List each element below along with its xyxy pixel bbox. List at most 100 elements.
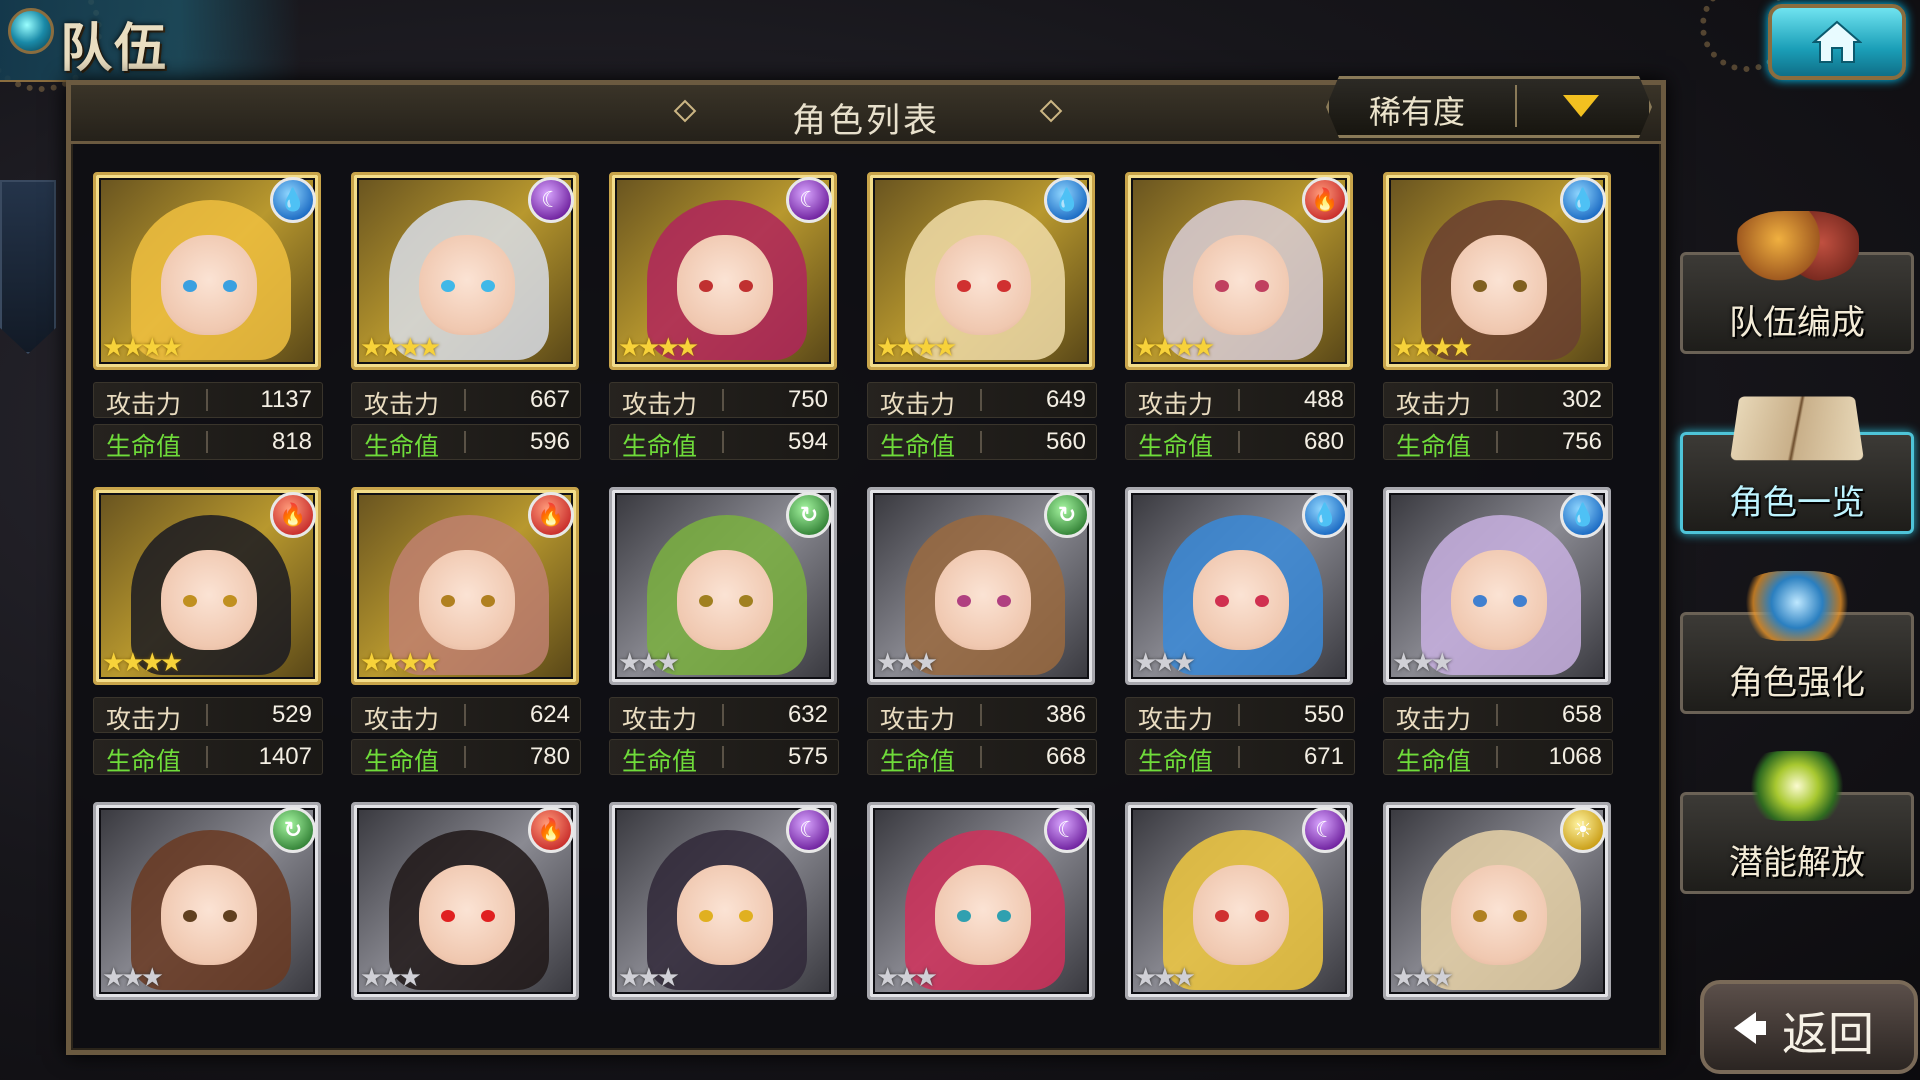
stat-separator — [1496, 389, 1498, 411]
rarity-stars: ★★★★ — [618, 333, 699, 363]
character-card[interactable]: ↻ ★★★ — [93, 802, 321, 1032]
character-eye-right — [739, 280, 753, 292]
character-card[interactable]: 🔥 ★★★★ 攻击力 488 生命值 680 — [1125, 172, 1355, 461]
character-card[interactable]: ☾ ★★★★ 攻击力 667 生命值 596 — [351, 172, 581, 461]
hp-value: 594 — [787, 428, 828, 455]
water-element-icon: 💧 — [1560, 492, 1606, 538]
character-eye-left — [957, 595, 971, 607]
chevron-down-icon — [1563, 95, 1599, 117]
fire-element-icon: 🔥 — [528, 492, 574, 538]
character-card[interactable]: ↻ ★★★ 攻击力 386 生命值 668 — [867, 487, 1097, 776]
character-portrait: ☾ ★★★ — [867, 802, 1095, 1000]
character-portrait: ☾ ★★★ — [1125, 802, 1353, 1000]
hp-value: 756 — [1561, 428, 1602, 455]
fire-element-icon: 🔥 — [1302, 177, 1348, 223]
hp-stat-row: 生命值 560 — [867, 424, 1097, 461]
stat-separator — [464, 746, 466, 768]
back-arrow-icon — [1734, 1012, 1766, 1044]
character-card[interactable]: 💧 ★★★★ 攻击力 649 生命值 560 — [867, 172, 1097, 461]
hp-stat-row: 生命值 1068 — [1383, 739, 1613, 776]
hp-stat-row: 生命值 680 — [1125, 424, 1355, 461]
character-eye-right — [223, 910, 237, 922]
rarity-stars: ★★★★ — [1134, 333, 1215, 363]
home-button[interactable] — [1768, 4, 1906, 80]
stat-separator — [1238, 389, 1240, 411]
hp-stat-row: 生命值 780 — [351, 739, 581, 776]
character-eye-right — [739, 910, 753, 922]
fire-element-icon: 🔥 — [528, 807, 574, 853]
attack-stat-row: 攻击力 550 — [1125, 697, 1355, 734]
rarity-stars: ★★★ — [1134, 963, 1196, 993]
stat-separator — [980, 704, 982, 726]
character-card[interactable]: ☾ ★★★ — [867, 802, 1095, 1032]
hp-value: 818 — [271, 428, 312, 455]
hp-stat-row: 生命值 668 — [867, 739, 1097, 776]
attack-label: 攻击力 — [364, 390, 440, 419]
character-enhance-button[interactable]: 角色强化 — [1680, 571, 1914, 714]
character-card[interactable]: 💧 ★★★ 攻击力 550 生命值 671 — [1125, 487, 1355, 776]
attack-value: 750 — [787, 386, 828, 413]
character-card[interactable]: 🔥 ★★★★ 攻击力 624 生命值 780 — [351, 487, 581, 776]
character-portrait: 💧 ★★★ — [1383, 487, 1611, 685]
stat-separator — [464, 431, 466, 453]
character-card[interactable]: 💧 ★★★★ 攻击力 1137 生命值 818 — [93, 172, 323, 461]
character-eye-left — [699, 595, 713, 607]
character-card[interactable]: 💧 ★★★★ 攻击力 302 生命值 756 — [1383, 172, 1613, 461]
attack-label: 攻击力 — [106, 705, 182, 734]
stat-separator — [464, 704, 466, 726]
light-element-icon: ☀ — [1560, 807, 1606, 853]
character-eye-right — [997, 595, 1011, 607]
back-button[interactable]: 返回 — [1700, 980, 1918, 1074]
water-element-icon: 💧 — [1302, 492, 1348, 538]
attack-label: 攻击力 — [622, 705, 698, 734]
wind-element-icon: ↻ — [1044, 492, 1090, 538]
character-card[interactable]: 🔥 ★★★ — [351, 802, 579, 1032]
hp-stat-row: 生命值 1407 — [93, 739, 323, 776]
stat-separator — [980, 746, 982, 768]
hp-value: 596 — [529, 428, 570, 455]
stat-separator — [722, 704, 724, 726]
stat-separator — [206, 389, 208, 411]
fire-element-icon: 🔥 — [270, 492, 316, 538]
character-card[interactable]: ☾ ★★★ — [609, 802, 837, 1032]
attack-label: 攻击力 — [622, 390, 698, 419]
character-eye-right — [1255, 910, 1269, 922]
character-portrait: ☾ ★★★★ — [351, 172, 579, 370]
attack-stat-row: 攻击力 624 — [351, 697, 581, 734]
character-eye-left — [183, 280, 197, 292]
hp-label: 生命值 — [364, 432, 440, 461]
wind-element-icon: ↻ — [786, 492, 832, 538]
character-face — [161, 865, 257, 965]
rarity-sort-dropdown[interactable]: 稀有度 — [1326, 76, 1652, 138]
rarity-stars: ★★★ — [1392, 963, 1454, 993]
character-card[interactable]: ☀ ★★★ — [1383, 802, 1611, 1032]
attack-stat-row: 攻击力 658 — [1383, 697, 1613, 734]
rarity-stars: ★★★ — [618, 963, 680, 993]
character-list-label: 角色一览 — [1729, 483, 1865, 523]
attack-stat-row: 攻击力 529 — [93, 697, 323, 734]
character-list-button[interactable]: 角色一览 — [1680, 396, 1914, 534]
attack-stat-row: 攻击力 750 — [609, 382, 839, 419]
hp-stat-row: 生命值 756 — [1383, 424, 1613, 461]
character-card[interactable]: ☾ ★★★ — [1125, 802, 1353, 1032]
character-face — [1451, 235, 1547, 335]
team-formation-button[interactable]: 队伍编成 — [1680, 211, 1914, 354]
stat-separator — [1496, 431, 1498, 453]
character-card[interactable]: 💧 ★★★ 攻击力 658 生命值 1068 — [1383, 487, 1613, 776]
character-card[interactable]: 🔥 ★★★★ 攻击力 529 生命值 1407 — [93, 487, 323, 776]
character-face — [1451, 865, 1547, 965]
rarity-stars: ★★★★ — [360, 648, 441, 678]
potential-release-button[interactable]: 潜能解放 — [1680, 751, 1914, 894]
character-card[interactable]: ☾ ★★★★ 攻击力 750 生命值 594 — [609, 172, 839, 461]
hp-value: 1068 — [1548, 743, 1602, 770]
hp-value: 780 — [529, 743, 570, 770]
hp-value: 680 — [1303, 428, 1344, 455]
character-card[interactable]: ↻ ★★★ 攻击力 632 生命值 575 — [609, 487, 839, 776]
stat-separator — [206, 746, 208, 768]
sort-divider — [1515, 85, 1517, 127]
water-element-icon: 💧 — [1044, 177, 1090, 223]
hp-label: 生命值 — [1396, 747, 1472, 776]
stat-separator — [206, 704, 208, 726]
water-element-icon: 💧 — [270, 177, 316, 223]
stat-separator — [464, 389, 466, 411]
